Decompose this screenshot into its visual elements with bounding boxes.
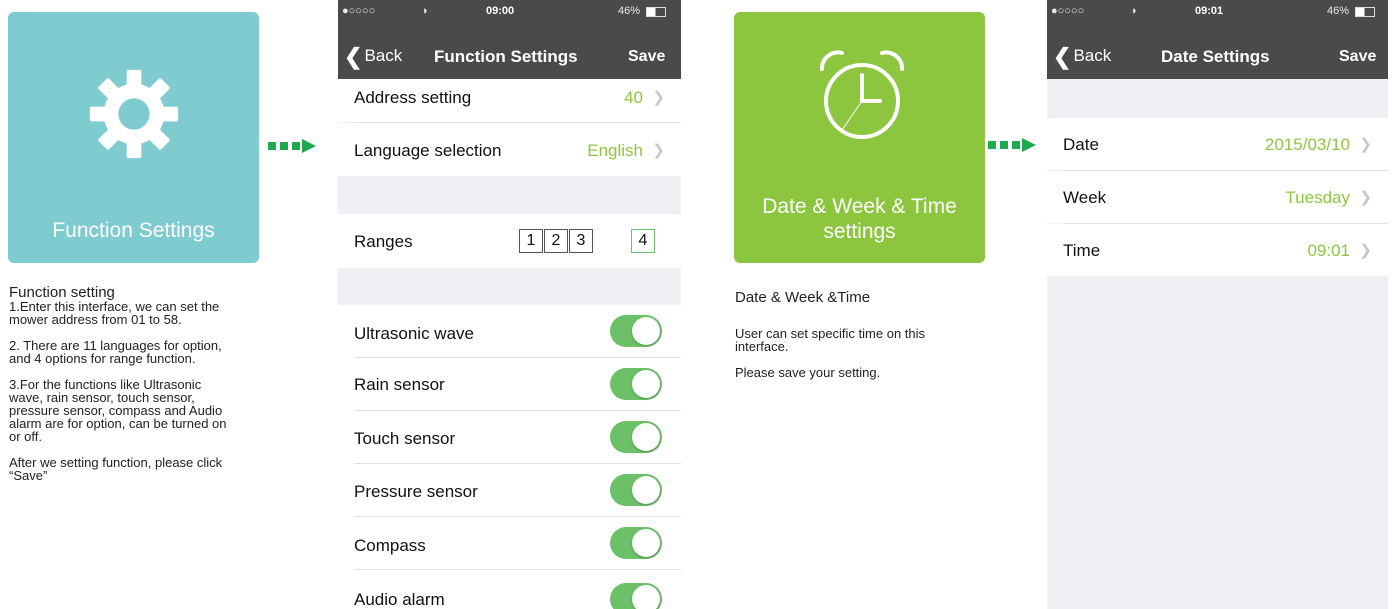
save-button[interactable]: Save bbox=[1339, 48, 1376, 66]
row-label: Compass bbox=[354, 536, 426, 555]
battery-text: 46% bbox=[1327, 5, 1350, 17]
chevron-left-icon: ❮ bbox=[1053, 43, 1072, 69]
wifi-icon: ◗ bbox=[422, 5, 429, 17]
toggle-row-pressure: Pressure sensor bbox=[338, 464, 681, 517]
toggle-row-audio-alarm: Audio alarm bbox=[338, 570, 681, 609]
date-row[interactable]: Date 2015/03/10 ❯ bbox=[1047, 118, 1388, 170]
pressure-sensor-toggle[interactable] bbox=[610, 474, 662, 506]
description-heading: Function setting bbox=[9, 284, 115, 301]
back-label: Back bbox=[364, 46, 403, 65]
description-paragraph: 3.For the functions like Ultrasonic wave… bbox=[9, 377, 227, 444]
function-settings-tile[interactable]: Function Settings bbox=[8, 12, 259, 263]
page-title: Date Settings bbox=[1161, 47, 1270, 66]
chevron-left-icon: ❮ bbox=[344, 43, 363, 69]
chevron-right-icon: ❯ bbox=[1359, 242, 1372, 259]
row-value: 2015/03/10 bbox=[1264, 135, 1350, 154]
description-paragraph: 1.Enter this interface, we can set the m… bbox=[9, 299, 220, 327]
toggle-row-compass: Compass bbox=[338, 517, 681, 570]
row-label: Address setting bbox=[354, 88, 472, 107]
row-label: Ultrasonic wave bbox=[354, 324, 474, 343]
nav-bar: ●○○○○ ◗ 09:00 46% ❮ Back Function Settin… bbox=[338, 0, 681, 79]
description-paragraph: After we setting function, please click … bbox=[9, 455, 223, 483]
status-time: 09:00 bbox=[486, 5, 515, 17]
function-description: Function setting 1.Enter this interface,… bbox=[9, 285, 289, 495]
ultrasonic-toggle[interactable] bbox=[610, 315, 662, 347]
battery-icon bbox=[646, 7, 666, 17]
status-time: 09:01 bbox=[1195, 5, 1224, 17]
row-label: Rain sensor bbox=[354, 375, 445, 394]
language-selection-row[interactable]: Language selection English ❯ bbox=[338, 123, 681, 176]
time-row[interactable]: Time 09:01 ❯ bbox=[1047, 224, 1388, 276]
description-heading: Date & Week &Time bbox=[735, 289, 871, 306]
gear-icon bbox=[89, 69, 179, 159]
wifi-icon: ◗ bbox=[1131, 5, 1138, 17]
range-option-1[interactable]: 1 bbox=[519, 229, 543, 253]
signal-icon: ●○○○○ bbox=[1051, 5, 1085, 17]
toggle-row-ultrasonic: Ultrasonic wave bbox=[338, 305, 681, 358]
ranges-row: Ranges 1 2 3 4 bbox=[338, 214, 681, 268]
chevron-right-icon: ❯ bbox=[1359, 136, 1372, 153]
date-settings-screen: ●○○○○ ◗ 09:01 46% ❮ Back Date Settings S… bbox=[1047, 0, 1388, 609]
rain-sensor-toggle[interactable] bbox=[610, 368, 662, 400]
range-option-4[interactable]: 4 bbox=[631, 229, 655, 253]
save-button[interactable]: Save bbox=[628, 48, 665, 66]
alarm-clock-icon bbox=[820, 50, 904, 139]
date-time-settings-tile[interactable]: Date & Week & Time settings bbox=[734, 12, 985, 263]
flow-arrow-icon bbox=[268, 139, 324, 153]
date-time-description: Date & Week &Time User can set specific … bbox=[735, 290, 995, 392]
tile-title: Date & Week & Time settings bbox=[762, 195, 957, 243]
function-settings-screen: ●○○○○ ◗ 09:00 46% ❮ Back Function Settin… bbox=[338, 0, 681, 609]
row-label: Audio alarm bbox=[354, 590, 445, 609]
chevron-right-icon: ❯ bbox=[652, 142, 665, 159]
week-row[interactable]: Week Tuesday ❯ bbox=[1047, 171, 1388, 223]
toggle-row-rain: Rain sensor bbox=[338, 358, 681, 411]
row-value: English bbox=[587, 141, 643, 160]
range-option-2[interactable]: 2 bbox=[544, 229, 568, 253]
nav-bar: ●○○○○ ◗ 09:01 46% ❮ Back Date Settings S… bbox=[1047, 0, 1388, 79]
row-label: Pressure sensor bbox=[354, 482, 478, 501]
description-paragraph: 2. There are 11 languages for option, an… bbox=[9, 338, 222, 366]
row-value: 40 bbox=[624, 88, 643, 107]
row-value: 09:01 bbox=[1307, 241, 1350, 260]
audio-alarm-toggle[interactable] bbox=[610, 583, 662, 609]
row-label: Week bbox=[1063, 188, 1107, 207]
row-label: Touch sensor bbox=[354, 429, 456, 448]
range-option-3[interactable]: 3 bbox=[569, 229, 593, 253]
toggle-row-touch: Touch sensor bbox=[338, 411, 681, 464]
compass-toggle[interactable] bbox=[610, 527, 662, 559]
description-paragraph: Please save your setting. bbox=[735, 365, 881, 380]
back-label: Back bbox=[1073, 46, 1112, 65]
chevron-right-icon: ❯ bbox=[652, 89, 665, 106]
page-title: Function Settings bbox=[434, 47, 578, 66]
back-button[interactable]: ❮ Back bbox=[1053, 43, 1112, 69]
row-label: Time bbox=[1063, 241, 1101, 260]
touch-sensor-toggle[interactable] bbox=[610, 421, 662, 453]
signal-icon: ●○○○○ bbox=[342, 5, 376, 17]
chevron-right-icon: ❯ bbox=[1359, 189, 1372, 206]
row-label: Ranges bbox=[354, 232, 413, 251]
description-paragraph: User can set specific time on this inter… bbox=[735, 326, 926, 354]
battery-text: 46% bbox=[618, 5, 641, 17]
row-value: Tuesday bbox=[1285, 188, 1350, 207]
address-setting-row[interactable]: Address setting 40 ❯ bbox=[338, 79, 681, 122]
battery-icon bbox=[1355, 7, 1375, 17]
back-button[interactable]: ❮ Back bbox=[344, 43, 403, 69]
row-label: Date bbox=[1063, 135, 1099, 154]
tile-title: Function Settings bbox=[52, 219, 215, 242]
row-label: Language selection bbox=[354, 141, 502, 160]
flow-arrow-icon bbox=[988, 138, 1044, 152]
